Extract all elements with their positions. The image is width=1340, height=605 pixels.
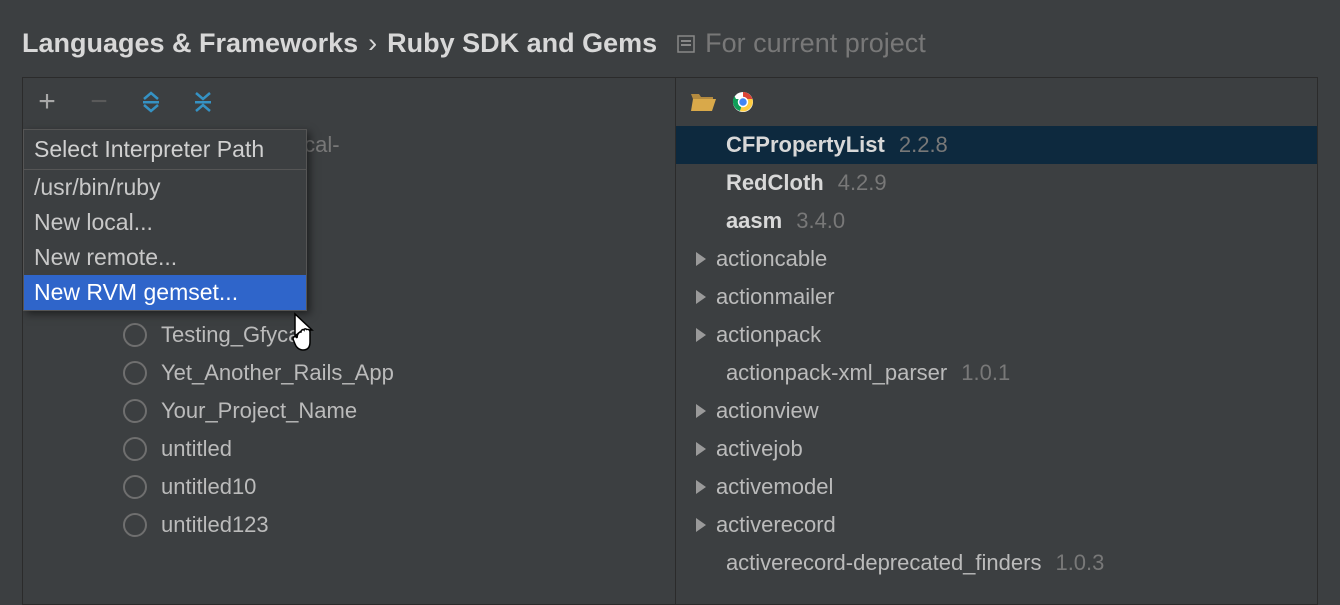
radio-icon[interactable] xyxy=(123,437,147,461)
gem-name: activerecord xyxy=(716,512,836,538)
gems-panel: CFPropertyList 2.2.8 RedCloth 4.2.9 aasm 3.4.… xyxy=(676,77,1318,605)
expand-triangle-icon[interactable] xyxy=(696,290,706,304)
interpreter-path-popup: Select Interpreter Path /usr/bin/rubyNew… xyxy=(23,129,307,311)
remove-sdk-button[interactable]: − xyxy=(85,88,113,116)
gems-toolbar xyxy=(676,78,1317,126)
gemset-item[interactable]: untitled10 xyxy=(23,468,675,506)
gem-item[interactable]: activerecord-deprecated_finders 1.0.3 xyxy=(676,544,1317,582)
open-folder-button[interactable] xyxy=(690,91,716,113)
gem-item[interactable]: actionview xyxy=(676,392,1317,430)
gem-item[interactable]: RedCloth 4.2.9 xyxy=(676,164,1317,202)
sdk-toolbar: + − xyxy=(23,78,675,126)
expand-triangle-icon[interactable] xyxy=(696,480,706,494)
radio-icon[interactable] xyxy=(123,513,147,537)
gemset-label: Testing_Gfycat xyxy=(161,322,307,348)
sdk-panel: + − .3-p222 (docker://rails-local- defau… xyxy=(22,77,676,605)
expand-all-button[interactable] xyxy=(137,88,165,116)
gemset-label: untitled xyxy=(161,436,232,462)
radio-icon[interactable] xyxy=(123,475,147,499)
expand-triangle-icon[interactable] xyxy=(696,518,706,532)
gem-version: 2.2.8 xyxy=(899,132,948,158)
plus-icon: + xyxy=(38,87,56,117)
minus-icon: − xyxy=(90,87,108,117)
gem-name: aasm xyxy=(726,208,782,234)
breadcrumb-level1[interactable]: Languages & Frameworks xyxy=(22,28,358,59)
popup-menu-item[interactable]: New RVM gemset... xyxy=(24,275,306,310)
gem-name: RedCloth xyxy=(726,170,824,196)
gemset-label: Your_Project_Name xyxy=(161,398,357,424)
breadcrumb: Languages & Frameworks › Ruby SDK and Ge… xyxy=(0,0,1340,77)
gem-name: CFPropertyList xyxy=(726,132,885,158)
gem-version: 3.4.0 xyxy=(796,208,845,234)
project-scope-icon xyxy=(677,35,695,53)
gem-item[interactable]: activemodel xyxy=(676,468,1317,506)
gem-version: 1.0.1 xyxy=(961,360,1010,386)
gems-list[interactable]: CFPropertyList 2.2.8 RedCloth 4.2.9 aasm 3.4.… xyxy=(676,126,1317,582)
expand-triangle-icon[interactable] xyxy=(696,328,706,342)
gem-item[interactable]: aasm 3.4.0 xyxy=(676,202,1317,240)
gem-version: 4.2.9 xyxy=(838,170,887,196)
gem-item[interactable]: CFPropertyList 2.2.8 xyxy=(676,126,1317,164)
gem-name: activerecord-deprecated_finders xyxy=(726,550,1042,576)
gem-item[interactable]: actionpack-xml_parser 1.0.1 xyxy=(676,354,1317,392)
gemset-item[interactable]: Your_Project_Name xyxy=(23,392,675,430)
breadcrumb-separator: › xyxy=(368,28,377,59)
radio-icon[interactable] xyxy=(123,399,147,423)
popup-menu-item[interactable]: /usr/bin/ruby xyxy=(24,170,306,205)
project-scope-label: For current project xyxy=(705,28,926,59)
gem-item[interactable]: actioncable xyxy=(676,240,1317,278)
popup-title: Select Interpreter Path xyxy=(24,130,306,169)
gem-item[interactable]: activerecord xyxy=(676,506,1317,544)
gem-version: 1.0.3 xyxy=(1055,550,1104,576)
expand-triangle-icon[interactable] xyxy=(696,442,706,456)
gemset-item[interactable]: untitled xyxy=(23,430,675,468)
gem-name: actionmailer xyxy=(716,284,835,310)
gem-item[interactable]: actionpack xyxy=(676,316,1317,354)
popup-menu-item[interactable]: New remote... xyxy=(24,240,306,275)
radio-icon[interactable] xyxy=(123,361,147,385)
gemset-label: Yet_Another_Rails_App xyxy=(161,360,394,386)
gemset-item[interactable]: Yet_Another_Rails_App xyxy=(23,354,675,392)
add-sdk-button[interactable]: + xyxy=(33,88,61,116)
popup-menu-item[interactable]: New local... xyxy=(24,205,306,240)
gem-item[interactable]: activejob xyxy=(676,430,1317,468)
collapse-all-button[interactable] xyxy=(189,88,217,116)
gemset-label: untitled123 xyxy=(161,512,269,538)
gem-name: actionview xyxy=(716,398,819,424)
browser-button[interactable] xyxy=(732,91,754,113)
gem-name: actionpack xyxy=(716,322,821,348)
radio-icon[interactable] xyxy=(123,323,147,347)
breadcrumb-level2: Ruby SDK and Gems xyxy=(387,28,657,59)
gemset-item[interactable]: Testing_Gfycat xyxy=(23,316,675,354)
gem-name: actionpack-xml_parser xyxy=(726,360,947,386)
gemset-label: untitled10 xyxy=(161,474,256,500)
gem-name: actioncable xyxy=(716,246,827,272)
gem-name: activejob xyxy=(716,436,803,462)
gem-name: activemodel xyxy=(716,474,833,500)
gemset-item[interactable]: untitled123 xyxy=(23,506,675,544)
expand-triangle-icon[interactable] xyxy=(696,252,706,266)
gem-item[interactable]: actionmailer xyxy=(676,278,1317,316)
expand-triangle-icon[interactable] xyxy=(696,404,706,418)
